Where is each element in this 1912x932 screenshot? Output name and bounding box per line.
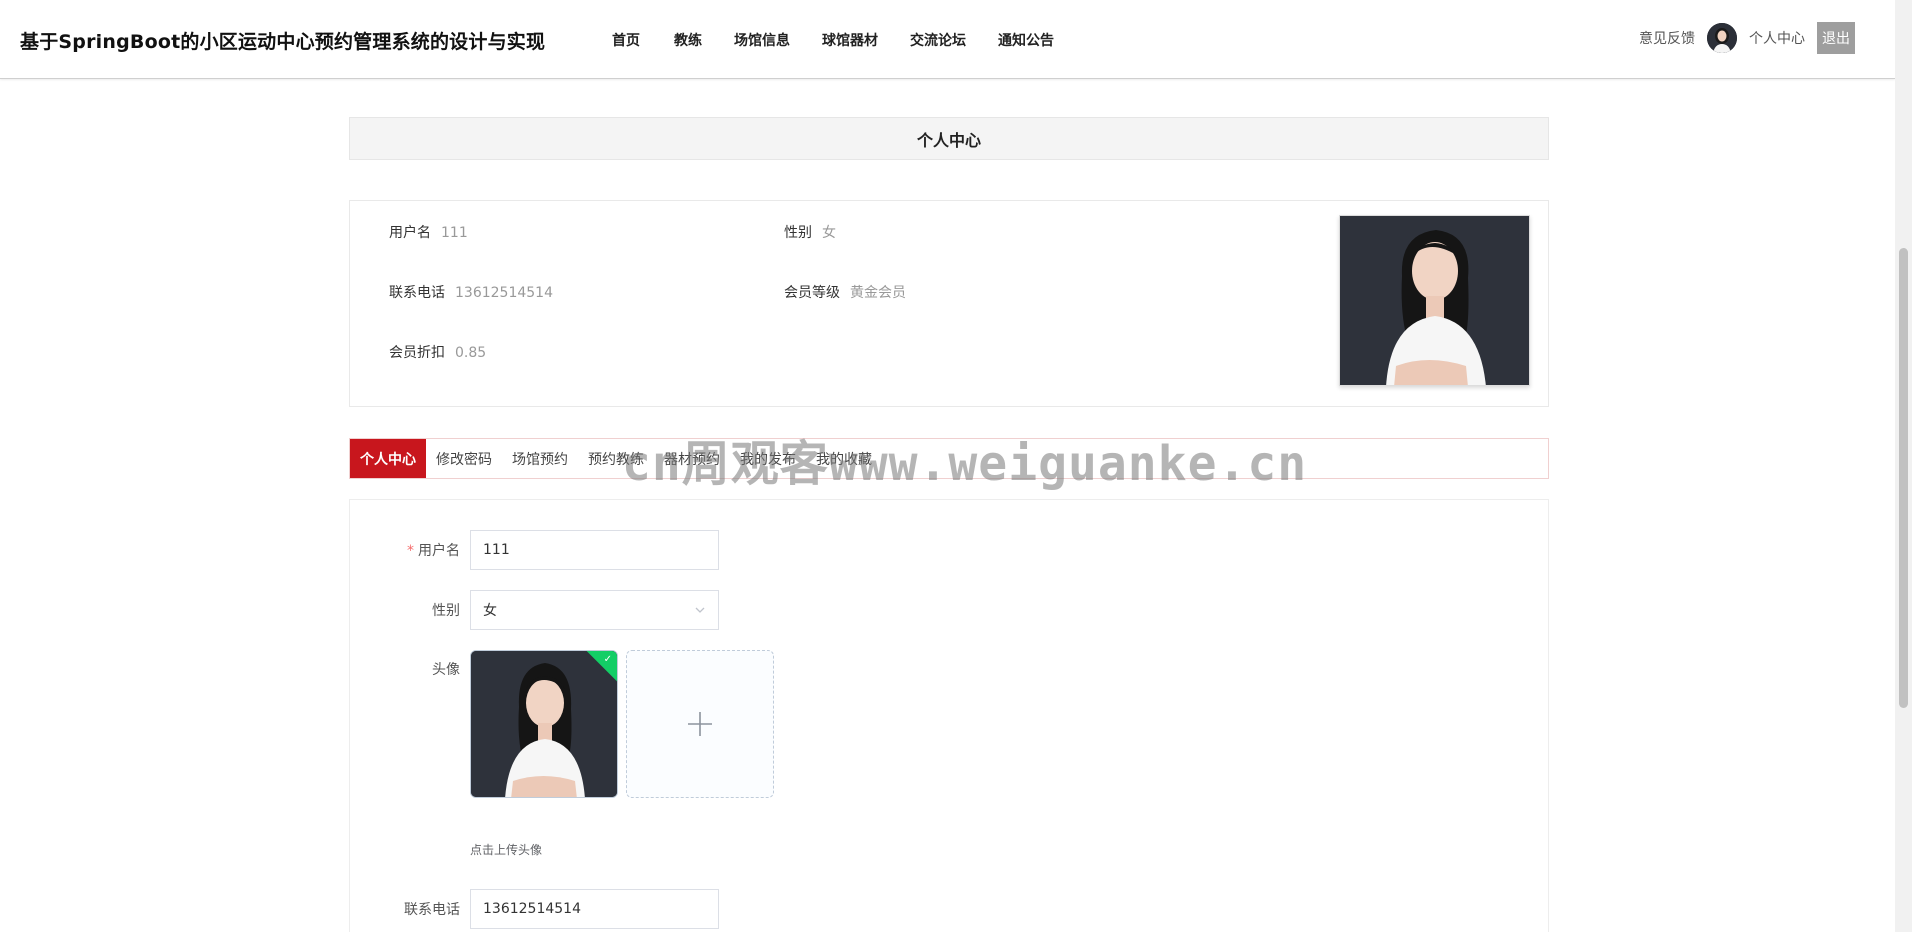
- tab-equipment-booking[interactable]: 器材预约: [654, 439, 730, 478]
- gender-select-value: 女: [483, 603, 497, 619]
- info-phone-value: 13612514514: [455, 285, 553, 301]
- info-discount: 会员折扣 0.85: [389, 342, 486, 362]
- info-phone-label: 联系电话: [389, 285, 445, 301]
- tab-coach-booking[interactable]: 预约教练: [578, 439, 654, 478]
- header-actions: 意见反馈 个人中心 退出: [1639, 22, 1855, 54]
- info-discount-label: 会员折扣: [389, 345, 445, 361]
- profile-form: *用户名 性别 女 头像 ✓: [349, 499, 1549, 932]
- header-avatar[interactable]: [1707, 23, 1737, 53]
- upload-avatar-button[interactable]: [626, 650, 774, 798]
- form-avatar-label: 头像: [432, 662, 460, 678]
- nav-notice[interactable]: 通知公告: [998, 30, 1054, 50]
- info-username: 用户名 111: [389, 222, 468, 242]
- tab-personal-center[interactable]: 个人中心: [350, 439, 426, 478]
- profile-photo: [1339, 215, 1530, 386]
- page-heading-bar: 个人中心: [349, 117, 1549, 160]
- info-gender-label: 性别: [784, 225, 812, 241]
- site-title: 基于SpringBoot的小区运动中心预约管理系统的设计与实现: [20, 31, 546, 53]
- nav-venue-info[interactable]: 场馆信息: [734, 30, 790, 50]
- page-title: 个人中心: [916, 130, 981, 150]
- avatar-image-icon: [471, 651, 617, 797]
- profile-info-card: 用户名 111 性别女 联系电话 13612514514 会员等级 黄金会员 会员折扣…: [349, 200, 1549, 407]
- plus-icon: [688, 712, 712, 736]
- chevron-down-icon: [695, 607, 705, 613]
- profile-tabs: 个人中心 修改密码 场馆预约 预约教练 器材预约 我的发布 我的收藏: [349, 438, 1549, 479]
- info-level-value: 黄金会员: [850, 285, 906, 301]
- scrollbar-thumb[interactable]: [1899, 248, 1908, 708]
- info-level: 会员等级 黄金会员: [784, 282, 906, 302]
- upload-avatar-hint[interactable]: 点击上传头像: [470, 841, 542, 858]
- info-discount-value: 0.85: [455, 345, 487, 361]
- top-header: 基于SpringBoot的小区运动中心预约管理系统的设计与实现 首页 教练 场馆…: [0, 0, 1895, 79]
- info-level-label: 会员等级: [784, 285, 840, 301]
- logout-button[interactable]: 退出: [1817, 22, 1855, 54]
- phone-input[interactable]: [470, 889, 719, 929]
- form-gender-label: 性别: [432, 603, 460, 619]
- info-phone: 联系电话 13612514514: [389, 282, 553, 302]
- info-username-label: 用户名: [389, 225, 431, 241]
- tab-change-password[interactable]: 修改密码: [426, 439, 502, 478]
- info-username-value: 111: [441, 225, 468, 241]
- tab-venue-booking[interactable]: 场馆预约: [502, 439, 578, 478]
- feedback-link[interactable]: 意见反馈: [1639, 28, 1695, 48]
- nav-equipment[interactable]: 球馆器材: [822, 30, 878, 50]
- avatar-portrait-icon: [1707, 23, 1737, 53]
- nav-home[interactable]: 首页: [612, 30, 640, 50]
- gender-select[interactable]: 女: [470, 590, 719, 630]
- personal-center-link[interactable]: 个人中心: [1749, 28, 1805, 48]
- main-content: 个人中心 用户名 111 性别女 联系电话 13612514514 会员等级 黄金会员…: [349, 117, 1549, 932]
- info-gender-value: 女: [822, 225, 836, 241]
- check-icon: ✓: [603, 654, 612, 665]
- tab-my-posts[interactable]: 我的发布: [730, 439, 806, 478]
- portrait-image-icon: [1340, 216, 1529, 385]
- form-username-label: * 用户名: [407, 543, 460, 559]
- required-marker: *: [407, 543, 414, 559]
- nav-coach[interactable]: 教练: [674, 30, 702, 50]
- tab-my-favorites[interactable]: 我的收藏: [806, 439, 882, 478]
- main-nav: 首页 教练 场馆信息 球馆器材 交流论坛 通知公告: [612, 0, 1086, 79]
- form-phone-label: 联系电话: [404, 902, 460, 918]
- nav-forum[interactable]: 交流论坛: [910, 30, 966, 50]
- page-scrollbar[interactable]: [1895, 0, 1912, 932]
- username-input[interactable]: [470, 530, 719, 570]
- uploaded-avatar[interactable]: ✓: [470, 650, 618, 798]
- info-gender: 性别女: [784, 222, 836, 242]
